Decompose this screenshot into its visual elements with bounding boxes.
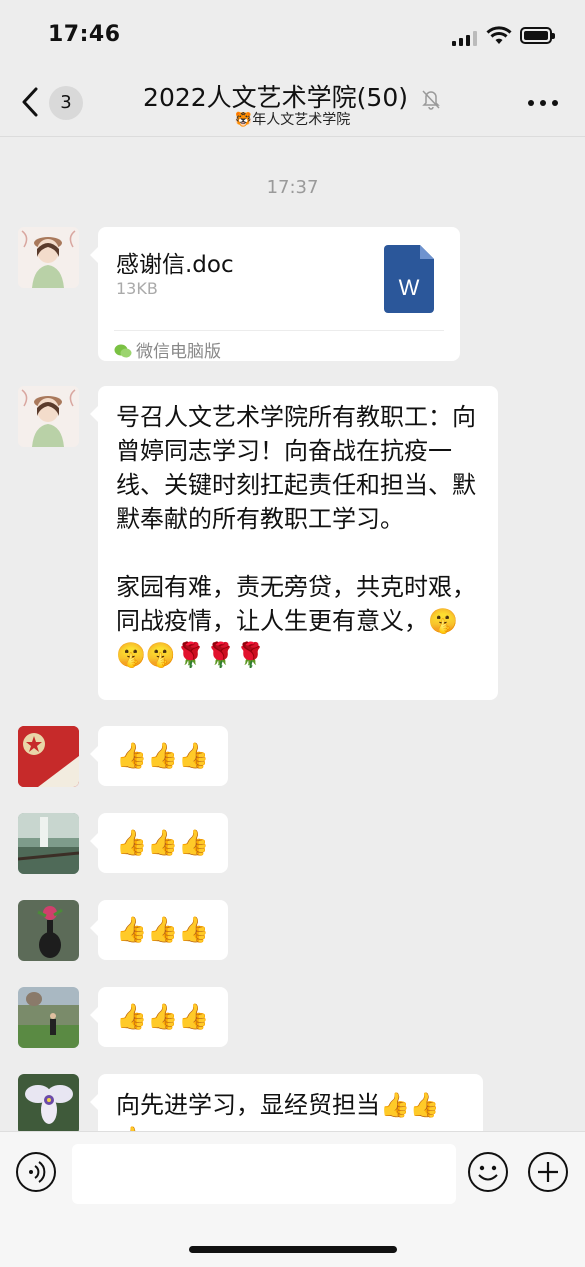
mute-bell-icon: [422, 90, 440, 110]
avatar-photo-icon: [18, 726, 79, 787]
text-message-bubble[interactable]: 👍👍👍: [90, 813, 228, 873]
text-message-bubble[interactable]: 👍👍👍: [90, 900, 228, 960]
message-text: 👍👍👍: [116, 1002, 210, 1031]
emoji-icon[interactable]: [468, 1152, 508, 1192]
text-message-bubble[interactable]: 👍👍👍: [90, 726, 228, 786]
word-document-icon: W: [384, 245, 434, 313]
avatar-photo-icon: [18, 900, 79, 961]
file-icon-letter: W: [399, 275, 420, 300]
chat-title: 2022人文艺术学院(50): [143, 83, 408, 112]
avatar-photo-icon: [18, 1074, 79, 1135]
message-text: 👍👍👍: [116, 741, 210, 770]
text-message-bubble[interactable]: 号召人文艺术学院所有教职工：向曾婷同志学习！向奋战在抗疫一线、关键时刻扛起责任和…: [90, 386, 498, 700]
plus-icon[interactable]: [528, 1152, 568, 1192]
message-text: 号召人文艺术学院所有教职工：向曾婷同志学习！向奋战在抗疫一线、关键时刻扛起责任和…: [116, 403, 476, 669]
home-indicator: [189, 1246, 397, 1253]
text-message-bubble[interactable]: 👍👍👍: [90, 987, 228, 1047]
avatar-photo-icon: [18, 987, 79, 1048]
more-icon[interactable]: [528, 100, 558, 108]
avatar[interactable]: [18, 386, 79, 447]
avatar[interactable]: [18, 987, 79, 1048]
wechat-icon: [114, 344, 132, 358]
status-time: 17:46: [48, 22, 121, 47]
avatar[interactable]: [18, 813, 79, 874]
signal-icon: [452, 30, 478, 46]
battery-icon: [520, 27, 555, 44]
file-name: 感谢信.doc: [116, 252, 234, 278]
voice-icon[interactable]: [16, 1152, 56, 1192]
avatar[interactable]: [18, 227, 79, 288]
message-text: 👍👍👍: [116, 915, 210, 944]
message-input[interactable]: [72, 1144, 456, 1204]
message-timestamp: 17:37: [266, 177, 319, 198]
message-text: 👍👍👍: [116, 828, 210, 857]
file-size: 13KB: [116, 279, 158, 298]
file-source-row: 微信电脑版: [114, 330, 444, 362]
avatar[interactable]: [18, 900, 79, 961]
avatar-photo-icon: [18, 813, 79, 874]
avatar-illustration-icon: [18, 227, 79, 288]
file-message-bubble[interactable]: 感谢信.doc 13KB W 微信电脑版: [90, 227, 460, 362]
avatar-illustration-icon: [18, 386, 79, 447]
file-source: 微信电脑版: [136, 342, 221, 362]
avatar[interactable]: [18, 1074, 79, 1135]
status-bar: 17:46: [0, 0, 585, 72]
chat-header: 3 2022人文艺术学院(50) 🐯年人文艺术学院: [0, 72, 585, 137]
wifi-icon: [486, 26, 512, 44]
chat-subtitle: 🐯年人文艺术学院: [234, 112, 351, 128]
avatar[interactable]: [18, 726, 79, 787]
